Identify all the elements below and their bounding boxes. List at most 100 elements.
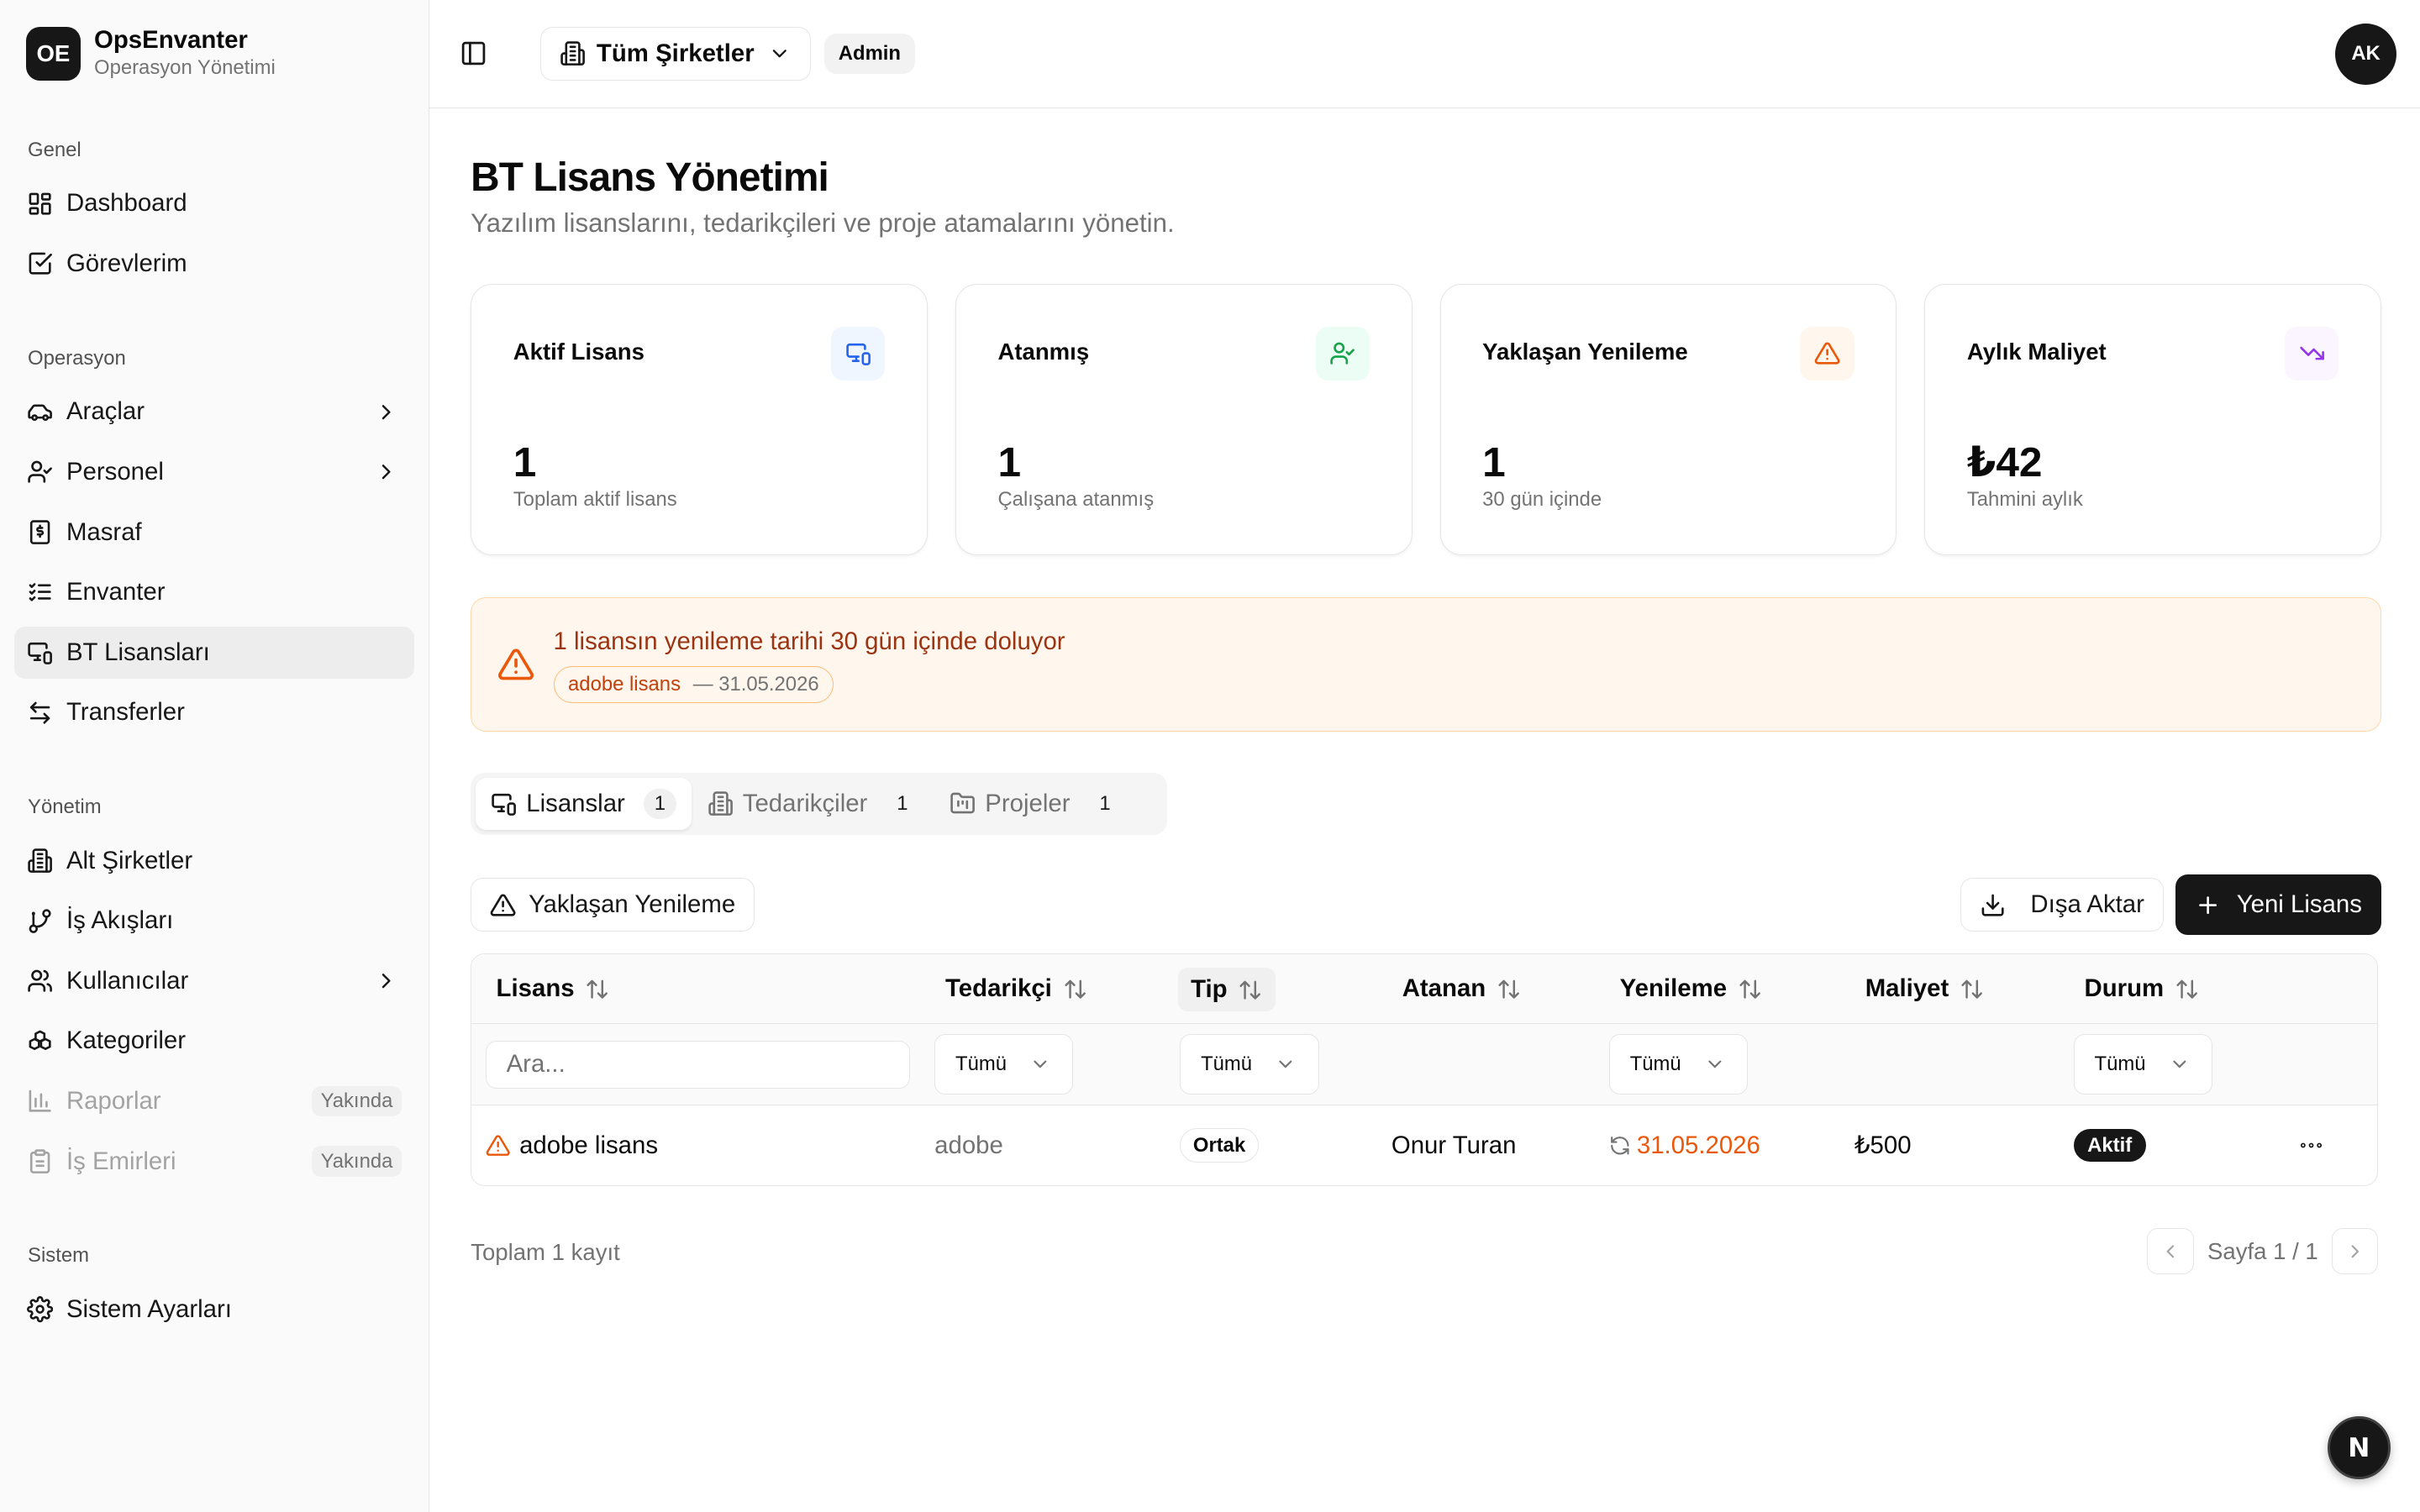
stat-card-renewal: Yaklaşan Yenileme 1 30 gün içinde: [1439, 283, 1897, 556]
sidebar-item-bt-lisanslari[interactable]: BT Lisansları: [13, 626, 415, 679]
stat-title: Atanmış: [997, 339, 1090, 365]
list-check-icon: [26, 579, 54, 606]
nav-group-genel: Genel: [28, 138, 82, 161]
status-badge: Aktif: [2073, 1129, 2146, 1163]
column-label: Durum: [2084, 974, 2165, 1003]
upcoming-renewal-filter-button[interactable]: Yaklaşan Yenileme: [471, 877, 755, 932]
column-header-maliyet[interactable]: Maliyet: [1865, 954, 1985, 1024]
export-button[interactable]: Dışa Aktar: [1960, 877, 2164, 932]
plus-icon: [2199, 895, 2217, 914]
alert-chip-name: adobe lisans: [568, 672, 681, 696]
column-header-yenileme[interactable]: Yenileme: [1620, 954, 1763, 1024]
tab-label: Projeler: [985, 789, 1071, 817]
alert-triangle-icon: [490, 894, 516, 916]
table-row[interactable]: adobe lisans adobe Ortak Onur Turan 31.0…: [471, 1105, 2377, 1185]
user-check-icon: [1315, 326, 1370, 381]
company-select[interactable]: Tüm Şirketler: [539, 26, 811, 81]
tab-tedarikciler[interactable]: Tedarikçiler 1: [692, 778, 934, 830]
monitor-smartphone-icon: [492, 794, 516, 816]
renewal-date: 31.05.2026: [1636, 1131, 1760, 1159]
brand-name: OpsEnvanter: [94, 26, 248, 55]
sidebar-item-sistem-ayarlari[interactable]: Sistem Ayarları: [14, 1284, 415, 1336]
car-icon: [26, 398, 54, 426]
sidebar-item-masraf[interactable]: Masraf: [14, 506, 415, 558]
alert-triangle-icon: [1800, 326, 1854, 381]
column-header-durum[interactable]: Durum: [2085, 954, 2200, 1024]
sidebar-item-envanter[interactable]: Envanter: [14, 566, 415, 618]
button-label: Yaklaşan Yenileme: [529, 890, 736, 919]
sidebar-item-is-emirleri: İş Emirleri Yakında: [14, 1135, 415, 1187]
tab-projeler[interactable]: Projeler 1: [934, 778, 1137, 830]
download-icon: [1981, 894, 2004, 916]
type-filter-select[interactable]: Tümü: [1180, 1034, 1319, 1095]
sidebar-item-label: Kategoriler: [66, 1026, 186, 1055]
select-value: Tümü: [2094, 1053, 2146, 1076]
sidebar-item-is-akislari[interactable]: İş Akışları: [14, 895, 415, 947]
sidebar-item-label: İş Emirleri: [66, 1147, 176, 1175]
brand[interactable]: OE OpsEnvanter Operasyon Yönetimi: [0, 0, 429, 108]
total-count: Toplam 1 kayıt: [471, 1238, 620, 1265]
page-title: BT Lisans Yönetimi: [471, 155, 829, 200]
stat-card-assigned: Atanmış 1 Çalışana atanmış: [955, 283, 1413, 556]
stat-desc: Tahmini aylık: [1966, 488, 2083, 512]
new-license-button[interactable]: Yeni Lisans: [2175, 874, 2381, 935]
sidebar-item-label: Sistem Ayarları: [66, 1294, 232, 1323]
column-header-tedarikci[interactable]: Tedarikçi: [945, 954, 1087, 1024]
license-name[interactable]: adobe lisans: [519, 1131, 658, 1160]
status-filter-select[interactable]: Tümü: [2073, 1034, 2212, 1095]
arrows-icon: [26, 699, 54, 727]
column-header-atanan[interactable]: Atanan: [1402, 954, 1522, 1024]
monitor-smartphone-icon: [830, 326, 886, 381]
tab-lisanslar[interactable]: Lisanslar 1: [475, 777, 692, 831]
sidebar-item-raporlar: Raporlar Yakında: [14, 1075, 415, 1127]
floating-n-button[interactable]: N: [2327, 1416, 2391, 1480]
sidebar-item-label: Raporlar: [66, 1087, 161, 1116]
sidebar-item-kullanicilar[interactable]: Kullanıcılar: [14, 955, 415, 1007]
column-header-tip[interactable]: Tip: [1178, 968, 1276, 1011]
nav-group-operasyon: Operasyon: [28, 346, 126, 370]
git-branch-icon: [26, 907, 54, 935]
stat-value: 1: [1482, 438, 1506, 486]
sidebar-item-alt-sirketler[interactable]: Alt Şirketler: [14, 834, 415, 886]
role-badge: Admin: [824, 33, 915, 74]
sidebar-item-dashboard[interactable]: Dashboard: [14, 177, 415, 229]
clipboard-icon: [26, 1147, 54, 1175]
chevron-left-icon: [2166, 1245, 2175, 1258]
column-label: Yenileme: [1619, 974, 1728, 1003]
sidebar-toggle-icon[interactable]: [457, 37, 491, 71]
type-badge: Ortak: [1180, 1128, 1259, 1163]
search-input[interactable]: [485, 1040, 910, 1089]
stat-title: Aylık Maliyet: [1966, 339, 2107, 365]
sidebar-item-transferler[interactable]: Transferler: [14, 686, 415, 738]
column-header-lisans[interactable]: Lisans: [497, 954, 610, 1024]
sort-icon: [2176, 979, 2197, 999]
sidebar-item-araclar[interactable]: Araçlar: [14, 386, 415, 438]
receipt-icon: [26, 518, 54, 546]
sidebar-item-label: Görevlerim: [66, 249, 187, 277]
stat-value: ₺42: [1966, 438, 2043, 486]
sidebar-item-gorevlerim[interactable]: Görevlerim: [14, 238, 415, 290]
chevron-right-icon: [374, 459, 398, 484]
sidebar-item-label: Personel: [66, 457, 164, 486]
sidebar-item-kategoriler[interactable]: Kategoriler: [14, 1015, 415, 1067]
sort-icon: [1961, 979, 1983, 999]
renewal-filter-select[interactable]: Tümü: [1608, 1034, 1749, 1095]
chart-icon: [26, 1088, 54, 1116]
chevron-right-icon: [374, 400, 398, 424]
chevron-down-icon: [1279, 1060, 1292, 1068]
vendor-filter-select[interactable]: Tümü: [934, 1034, 1074, 1095]
more-horizontal-icon: [2300, 1142, 2323, 1148]
column-label: Atanan: [1402, 974, 1486, 1003]
alert-triangle-icon: [486, 1135, 510, 1156]
page-content: BT Lisans Yönetimi Yazılım lisanslarını,…: [429, 108, 2420, 1278]
prev-page-button[interactable]: [2147, 1228, 2194, 1275]
column-label: Tedarikçi: [945, 974, 1052, 1003]
avatar[interactable]: AK: [2334, 23, 2397, 85]
sort-icon: [1065, 979, 1086, 999]
alert-license-chip[interactable]: adobe lisans — 31.05.2026: [553, 665, 834, 703]
stat-desc: Çalışana atanmış: [997, 488, 1155, 512]
row-actions-button[interactable]: [2297, 1105, 2325, 1185]
next-page-button[interactable]: [2332, 1228, 2379, 1275]
stat-value: 1: [997, 438, 1022, 486]
sidebar-item-personel[interactable]: Personel: [14, 446, 415, 498]
